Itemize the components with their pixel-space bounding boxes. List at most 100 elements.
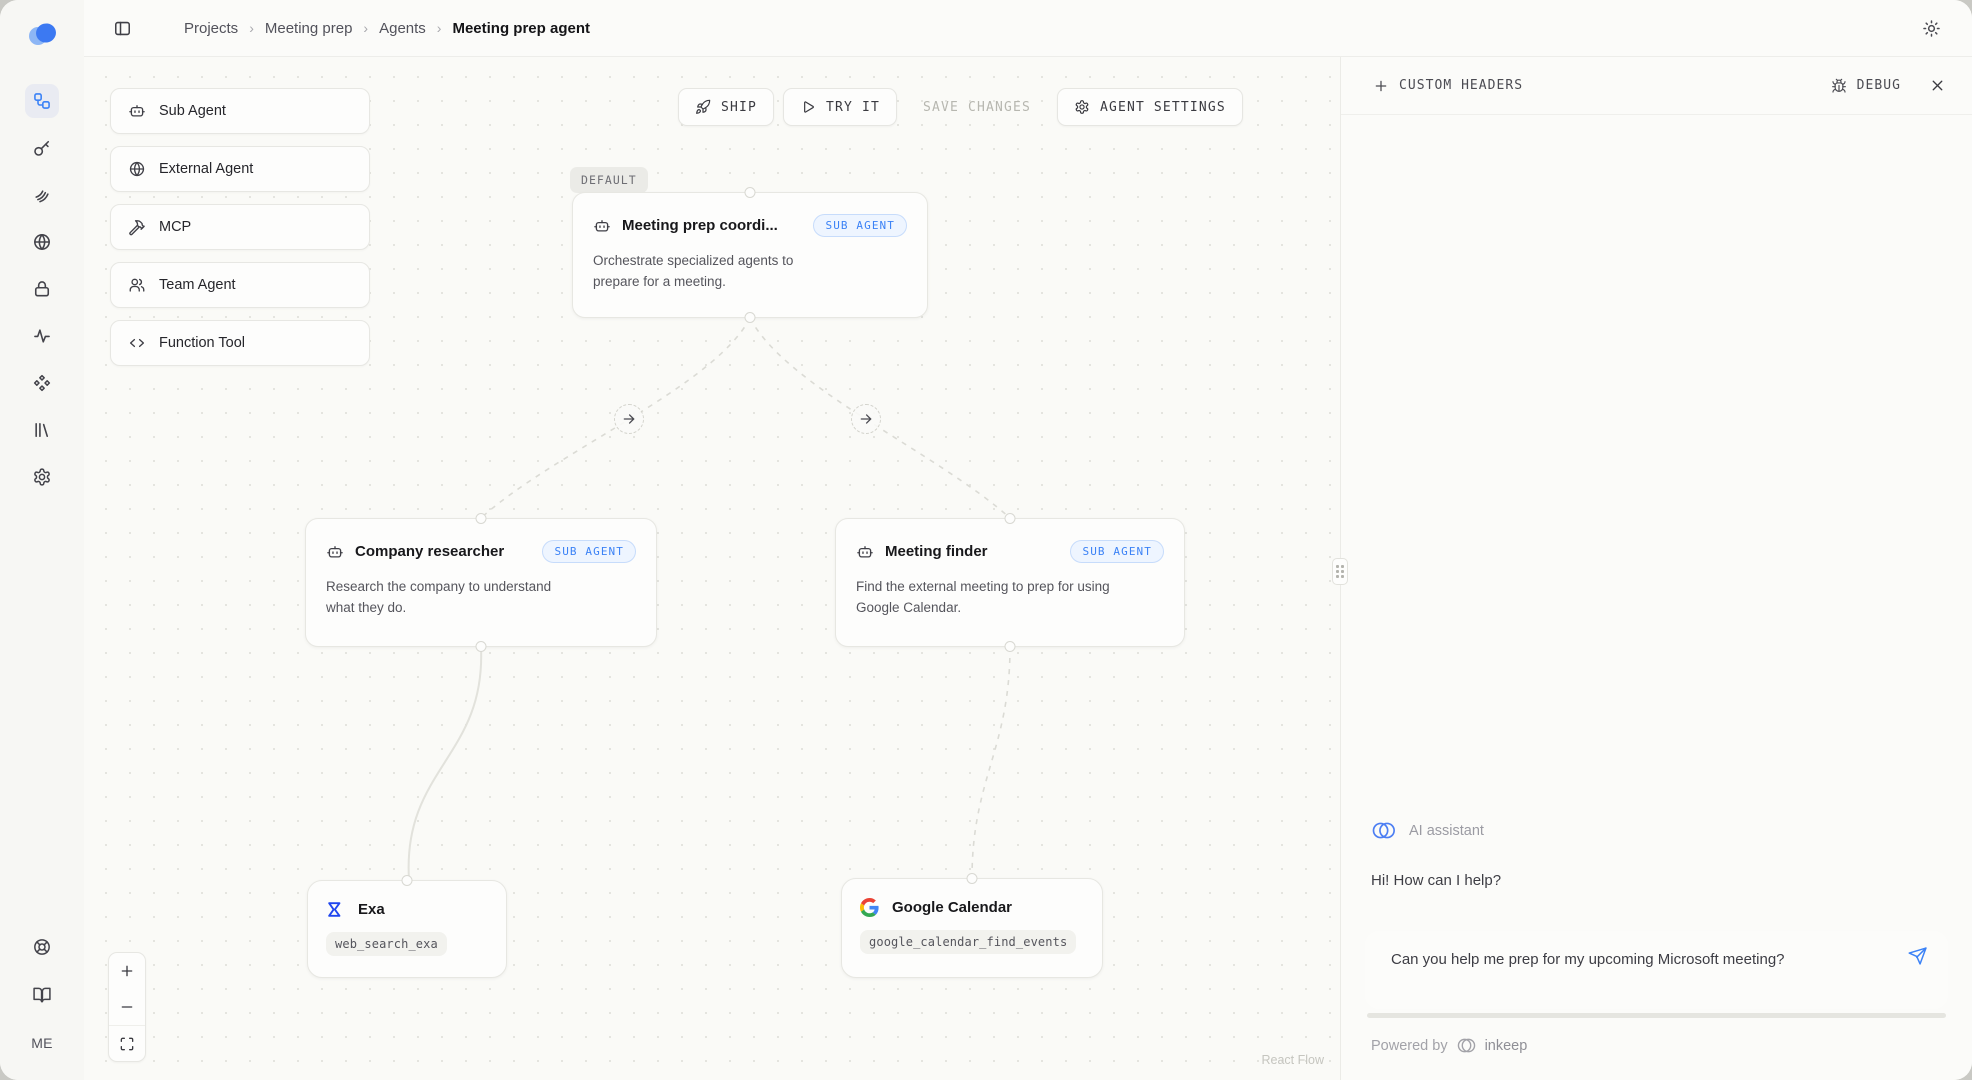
- rail-item-library[interactable]: [25, 413, 59, 447]
- sub-agent-badge: SUB AGENT: [542, 540, 636, 563]
- palette-item-mcp[interactable]: MCP: [110, 204, 370, 250]
- assistant-greeting: Hi! How can I help?: [1341, 872, 1972, 889]
- node-handle-top[interactable]: [402, 875, 413, 886]
- gear-icon: [1074, 99, 1090, 115]
- node-exa-tool[interactable]: Exa web_search_exa: [307, 880, 507, 978]
- ship-button[interactable]: SHIP: [678, 88, 774, 126]
- zoom-out-button[interactable]: [109, 989, 145, 1025]
- debug-label: DEBUG: [1857, 78, 1901, 93]
- try-it-button[interactable]: TRY IT: [783, 88, 897, 126]
- palette-item-label: External Agent: [159, 161, 253, 177]
- tool-id-chip: web_search_exa: [326, 932, 447, 956]
- breadcrumb-projects[interactable]: Projects: [184, 20, 238, 37]
- node-handle-top[interactable]: [967, 873, 978, 884]
- sun-icon: [1922, 19, 1941, 38]
- custom-headers-button[interactable]: CUSTOM HEADERS: [1373, 78, 1523, 94]
- palette-item-label: Function Tool: [159, 335, 245, 351]
- breadcrumb-current-page: Meeting prep agent: [452, 20, 590, 37]
- breadcrumb-agents[interactable]: Agents: [379, 20, 426, 37]
- palette-item-label: Sub Agent: [159, 103, 226, 119]
- palette-item-sub-agent[interactable]: Sub Agent: [110, 88, 370, 134]
- sidebar-toggle-button[interactable]: [106, 12, 138, 44]
- gear-icon: [32, 467, 52, 487]
- rail-item-graph[interactable]: [25, 84, 59, 118]
- close-panel-button[interactable]: [1929, 77, 1946, 94]
- zoom-in-button[interactable]: [109, 953, 145, 989]
- powered-by-label: Powered by: [1371, 1038, 1448, 1054]
- tool-id-chip: google_calendar_find_events: [860, 930, 1076, 954]
- user-avatar[interactable]: ME: [24, 1026, 60, 1060]
- node-palette: Sub Agent External Agent MCP Team Agent …: [110, 88, 370, 366]
- rail-item-credentials[interactable]: [25, 272, 59, 306]
- default-agent-tag: DEFAULT: [570, 167, 648, 193]
- arrow-right-icon: [859, 412, 873, 426]
- node-meeting-prep-coordinator[interactable]: Meeting prep coordi... SUB AGENT Orchest…: [572, 192, 928, 318]
- debug-button[interactable]: DEBUG: [1831, 78, 1901, 94]
- react-flow-attribution[interactable]: React Flow: [1261, 1053, 1324, 1067]
- bot-icon: [856, 543, 874, 561]
- send-button[interactable]: [1908, 946, 1928, 966]
- chat-composer[interactable]: Can you help me prep for my upcoming Mic…: [1365, 931, 1948, 1009]
- close-icon: [1929, 77, 1946, 94]
- rail-item-api-keys[interactable]: [25, 131, 59, 165]
- node-handle-bottom[interactable]: [1005, 641, 1016, 652]
- node-handle-top[interactable]: [1005, 513, 1016, 524]
- rail-item-help[interactable]: [25, 930, 59, 964]
- theme-toggle-button[interactable]: [1914, 11, 1948, 45]
- inkeep-mark-icon: [1371, 818, 1396, 843]
- assistant-header: AI assistant: [1341, 818, 1972, 843]
- app-window: ME Projects › Meeting prep › Agents › Me…: [0, 0, 1972, 1080]
- node-description: Find the external meeting to prep for us…: [856, 577, 1116, 619]
- exa-logo-icon: [326, 900, 345, 919]
- node-handle-top[interactable]: [476, 513, 487, 524]
- rail-item-components[interactable]: [25, 366, 59, 400]
- palette-item-label: MCP: [159, 219, 191, 235]
- node-handle-bottom[interactable]: [476, 641, 487, 652]
- library-icon: [32, 420, 52, 440]
- rail-item-external[interactable]: [25, 225, 59, 259]
- flow-canvas[interactable]: Sub Agent External Agent MCP Team Agent …: [84, 57, 1340, 1080]
- panel-resize-handle[interactable]: [1332, 558, 1348, 585]
- node-company-researcher[interactable]: Company researcher SUB AGENT Research th…: [305, 518, 657, 647]
- inkeep-mark-icon: [1456, 1035, 1477, 1056]
- save-changes-button-label: SAVE CHANGES: [923, 100, 1031, 115]
- ship-button-label: SHIP: [721, 100, 757, 115]
- rail-item-activity[interactable]: [25, 319, 59, 353]
- breadcrumb-meeting-prep[interactable]: Meeting prep: [265, 20, 353, 37]
- node-google-calendar-tool[interactable]: Google Calendar google_calendar_find_eve…: [841, 878, 1103, 978]
- traces-icon: [32, 185, 52, 205]
- chat-input[interactable]: Can you help me prep for my upcoming Mic…: [1391, 948, 1789, 972]
- palette-item-team-agent[interactable]: Team Agent: [110, 262, 370, 308]
- save-changes-button[interactable]: SAVE CHANGES: [906, 88, 1048, 126]
- rail-item-traces[interactable]: [25, 178, 59, 212]
- bot-icon: [593, 217, 611, 235]
- powered-by-footer[interactable]: Powered by inkeep: [1341, 1018, 1972, 1080]
- components-icon: [32, 373, 52, 393]
- breadcrumb: Projects › Meeting prep › Agents › Meeti…: [184, 20, 590, 37]
- globe-icon: [128, 160, 146, 178]
- node-handle-bottom[interactable]: [745, 312, 756, 323]
- try-it-panel: CUSTOM HEADERS DEBUG AI assistant Hi! Ho…: [1340, 57, 1972, 1080]
- node-meeting-finder[interactable]: Meeting finder SUB AGENT Find the extern…: [835, 518, 1185, 647]
- agent-settings-button[interactable]: AGENT SETTINGS: [1057, 88, 1243, 126]
- palette-item-function-tool[interactable]: Function Tool: [110, 320, 370, 366]
- custom-headers-label: CUSTOM HEADERS: [1399, 78, 1523, 93]
- rail-item-docs[interactable]: [25, 978, 59, 1012]
- life-buoy-icon: [32, 937, 52, 957]
- rail-nav: [25, 84, 59, 494]
- rail-item-settings[interactable]: [25, 460, 59, 494]
- chat-area: AI assistant Hi! How can I help? Can you…: [1341, 115, 1972, 1080]
- fit-view-button[interactable]: [109, 1025, 145, 1061]
- agent-settings-button-label: AGENT SETTINGS: [1100, 100, 1226, 115]
- inkeep-logo: [25, 20, 59, 50]
- canvas-zoom-controls: [108, 952, 146, 1062]
- bug-icon: [1831, 78, 1847, 94]
- panel-left-icon: [113, 19, 132, 38]
- send-icon: [1908, 946, 1928, 966]
- plus-icon: [119, 963, 135, 979]
- top-bar: Projects › Meeting prep › Agents › Meeti…: [84, 0, 1972, 57]
- node-handle-top[interactable]: [745, 187, 756, 198]
- globe-icon: [32, 232, 52, 252]
- inkeep-brand-label: inkeep: [1485, 1038, 1528, 1054]
- palette-item-external-agent[interactable]: External Agent: [110, 146, 370, 192]
